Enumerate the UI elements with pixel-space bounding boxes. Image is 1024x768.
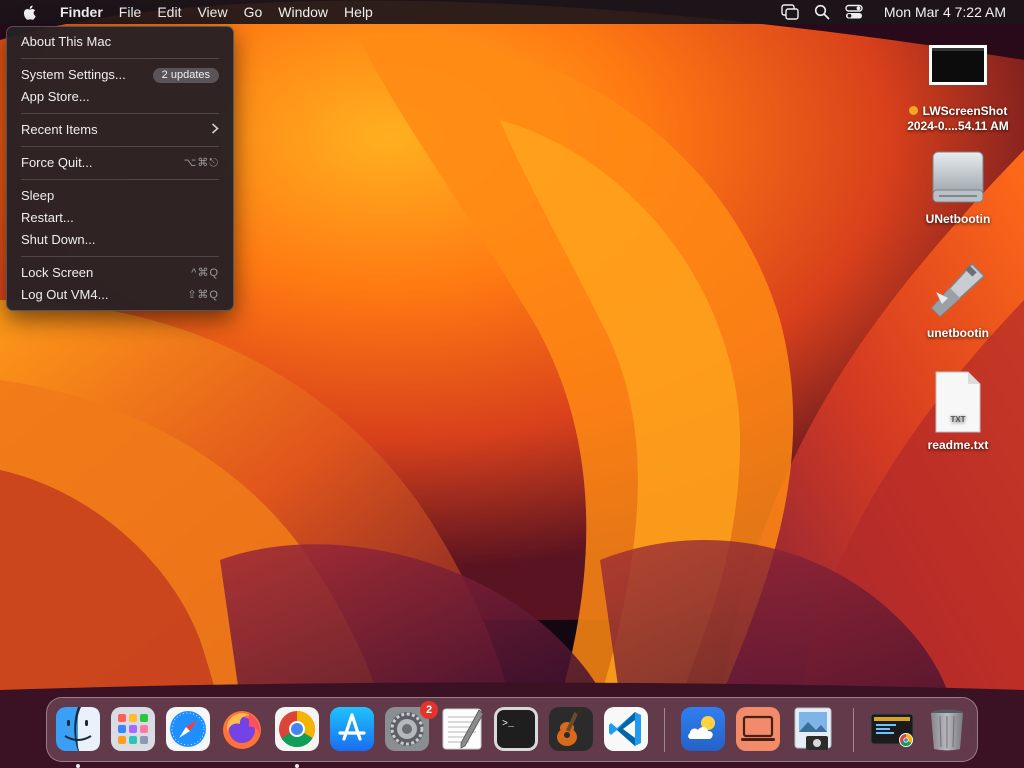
log-out-shortcut: ⇧⌘Q bbox=[187, 289, 219, 301]
menu-item-app-store[interactable]: App Store... bbox=[7, 86, 233, 108]
dock-garageband[interactable] bbox=[548, 706, 594, 752]
menubar-status-area: Mon Mar 4 7:22 AM bbox=[774, 0, 1024, 24]
dock-screen-sharing[interactable] bbox=[735, 706, 781, 752]
menu-separator bbox=[21, 179, 219, 180]
txt-badge: TXT bbox=[950, 415, 965, 424]
desktop-icon-label: unetbootin bbox=[927, 326, 989, 340]
menu-item-label: Log Out VM4... bbox=[21, 287, 109, 302]
menu-app-name[interactable]: Finder bbox=[52, 0, 111, 24]
desktop-icon-unetbootin-volume[interactable]: UNetbootin bbox=[898, 146, 1018, 227]
desktop-icon-label: UNetbootin bbox=[925, 212, 991, 226]
dock-separator bbox=[664, 708, 665, 752]
menu-item-restart[interactable]: Restart... bbox=[7, 207, 233, 229]
dock-chrome[interactable] bbox=[274, 706, 320, 768]
menu-item-label: Shut Down... bbox=[21, 232, 96, 247]
menu-item-label: System Settings... bbox=[21, 67, 126, 82]
running-indicator bbox=[295, 764, 299, 768]
menu-item-label: Force Quit... bbox=[21, 155, 93, 170]
dock-weather[interactable] bbox=[680, 706, 726, 752]
finder-icon bbox=[56, 707, 100, 751]
desktop-icon-unetbootin-app[interactable]: unetbootin bbox=[898, 258, 1018, 341]
dock-safari[interactable] bbox=[165, 706, 211, 752]
menu-item-shut-down[interactable]: Shut Down... bbox=[7, 229, 233, 251]
dock-textedit[interactable] bbox=[439, 706, 485, 752]
control-center-icon[interactable] bbox=[843, 1, 865, 23]
garageband-icon bbox=[549, 707, 593, 751]
menu-item-label: App Store... bbox=[21, 89, 90, 104]
screen-mirroring-icon[interactable] bbox=[779, 1, 801, 23]
dock: 2 >_ bbox=[46, 697, 978, 768]
menu-item-label: Restart... bbox=[21, 210, 74, 225]
downloads-stack-icon bbox=[870, 713, 914, 747]
menu-item-sleep[interactable]: Sleep bbox=[7, 185, 233, 207]
menu-separator bbox=[21, 113, 219, 114]
dock-separator bbox=[853, 708, 854, 752]
menu-item-about-this-mac[interactable]: About This Mac bbox=[7, 31, 233, 53]
menu-item-force-quit[interactable]: Force Quit... ⌥⌘⎋ bbox=[7, 152, 233, 174]
vscode-icon bbox=[604, 707, 648, 751]
menu-bar: Finder File Edit View Go Window Help Mon… bbox=[0, 0, 1024, 24]
apple-menu: About This Mac System Settings... 2 upda… bbox=[6, 26, 234, 311]
menu-item-label: About This Mac bbox=[21, 34, 112, 49]
preview-icon bbox=[794, 707, 832, 750]
dock-finder[interactable] bbox=[55, 706, 101, 768]
dock-terminal[interactable]: >_ bbox=[493, 706, 539, 752]
desktop-icon-screenshot[interactable]: LWScreenShot 2024-0....54.11 AM bbox=[898, 44, 1018, 134]
dock-system-settings[interactable]: 2 bbox=[384, 701, 438, 752]
dock-app-store[interactable] bbox=[329, 706, 375, 752]
apple-logo-icon[interactable] bbox=[18, 0, 42, 24]
menubar-clock[interactable]: Mon Mar 4 7:22 AM bbox=[884, 4, 1006, 20]
updates-badge: 2 updates bbox=[152, 67, 219, 83]
desktop-icon-label: LWScreenShot bbox=[898, 104, 1018, 119]
text-document-icon: TXT bbox=[935, 371, 981, 433]
running-indicator bbox=[76, 764, 80, 768]
menu-item-lock-screen[interactable]: Lock Screen ^⌘Q bbox=[7, 262, 233, 284]
menu-item-label: Recent Items bbox=[21, 122, 98, 137]
menu-file[interactable]: File bbox=[111, 0, 150, 24]
dock-downloads-stack[interactable] bbox=[869, 706, 915, 752]
terminal-icon: >_ bbox=[494, 707, 538, 751]
lock-screen-shortcut: ^⌘Q bbox=[191, 267, 219, 279]
dock-preview[interactable] bbox=[790, 706, 836, 752]
launchpad-icon bbox=[111, 707, 155, 751]
desktop-icon-readme[interactable]: TXT readme.txt bbox=[898, 370, 1018, 453]
menu-separator bbox=[21, 256, 219, 257]
app-store-icon bbox=[330, 707, 374, 751]
firefox-icon bbox=[223, 711, 261, 749]
menu-item-log-out[interactable]: Log Out VM4... ⇧⌘Q bbox=[7, 284, 233, 306]
menu-window[interactable]: Window bbox=[270, 0, 336, 24]
menu-item-system-settings[interactable]: System Settings... 2 updates bbox=[7, 64, 233, 86]
spotlight-search-icon[interactable] bbox=[811, 1, 833, 23]
terminal-prompt: >_ bbox=[502, 719, 515, 730]
menu-item-recent-items[interactable]: Recent Items bbox=[7, 119, 233, 141]
notification-badge: 2 bbox=[420, 701, 438, 719]
screenshot-thumbnail-icon bbox=[929, 45, 987, 85]
trash-icon bbox=[931, 709, 963, 751]
force-quit-shortcut: ⌥⌘⎋ bbox=[183, 157, 219, 169]
menu-item-label: Sleep bbox=[21, 188, 55, 203]
desktop-icon-label-line2: 2024-0....54.11 AM bbox=[907, 119, 1009, 133]
menu-separator bbox=[21, 146, 219, 147]
menu-help[interactable]: Help bbox=[336, 0, 381, 24]
chevron-right-icon bbox=[211, 119, 219, 141]
orange-tag-dot bbox=[908, 106, 918, 116]
menu-go[interactable]: Go bbox=[236, 0, 271, 24]
menu-view[interactable]: View bbox=[189, 0, 235, 24]
screen-sharing-icon bbox=[736, 707, 780, 751]
textedit-icon bbox=[442, 708, 484, 750]
dock-trash[interactable] bbox=[924, 706, 970, 752]
menu-edit[interactable]: Edit bbox=[149, 0, 189, 24]
menu-separator bbox=[21, 58, 219, 59]
unetbootin-app-icon bbox=[930, 262, 986, 318]
desktop-icon-label: readme.txt bbox=[927, 438, 989, 452]
disk-volume-icon bbox=[932, 151, 984, 203]
weather-icon bbox=[681, 707, 725, 751]
safari-icon bbox=[166, 707, 210, 751]
dock-launchpad[interactable] bbox=[110, 706, 156, 752]
dock-vscode[interactable] bbox=[603, 706, 649, 752]
dock-firefox[interactable] bbox=[219, 706, 265, 752]
chrome-icon bbox=[275, 707, 319, 751]
menu-item-label: Lock Screen bbox=[21, 265, 94, 280]
